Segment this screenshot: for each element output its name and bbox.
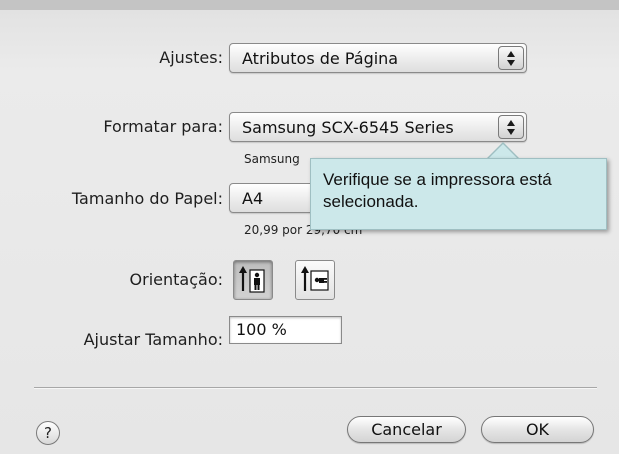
- select-stepper-icon: [498, 115, 524, 139]
- format-for-label: Formatar para:: [103, 117, 223, 136]
- scale-label: Ajustar Tamanho:: [83, 330, 223, 349]
- settings-select[interactable]: Atributos de Página: [229, 43, 527, 73]
- help-button[interactable]: ?: [36, 421, 60, 445]
- landscape-orientation-icon: [301, 266, 329, 291]
- paper-size-label: Tamanho do Papel:: [71, 189, 223, 208]
- ok-button[interactable]: OK: [481, 416, 594, 443]
- paper-size-value: A4: [242, 189, 264, 208]
- cancel-button[interactable]: Cancelar: [347, 416, 466, 443]
- settings-label: Ajustes:: [159, 48, 223, 67]
- scale-input[interactable]: 100 %: [229, 316, 342, 344]
- select-stepper-icon: [498, 46, 524, 70]
- instruction-tooltip: Verifique se a impressora está seleciona…: [310, 158, 607, 230]
- divider: [34, 387, 597, 389]
- portrait-orientation-icon: [239, 266, 265, 293]
- page-setup-dialog: Ajustes: Atributos de Página Formatar pa…: [0, 0, 619, 454]
- settings-value: Atributos de Página: [242, 49, 399, 68]
- tooltip-pointer: [488, 144, 518, 159]
- orientation-label: Orientação:: [129, 270, 223, 289]
- printer-description: Samsung: [244, 152, 300, 166]
- orientation-portrait-button[interactable]: [233, 260, 273, 300]
- format-for-select[interactable]: Samsung SCX-6545 Series: [229, 112, 527, 142]
- orientation-landscape-button[interactable]: [295, 260, 335, 300]
- format-for-value: Samsung SCX-6545 Series: [242, 118, 454, 137]
